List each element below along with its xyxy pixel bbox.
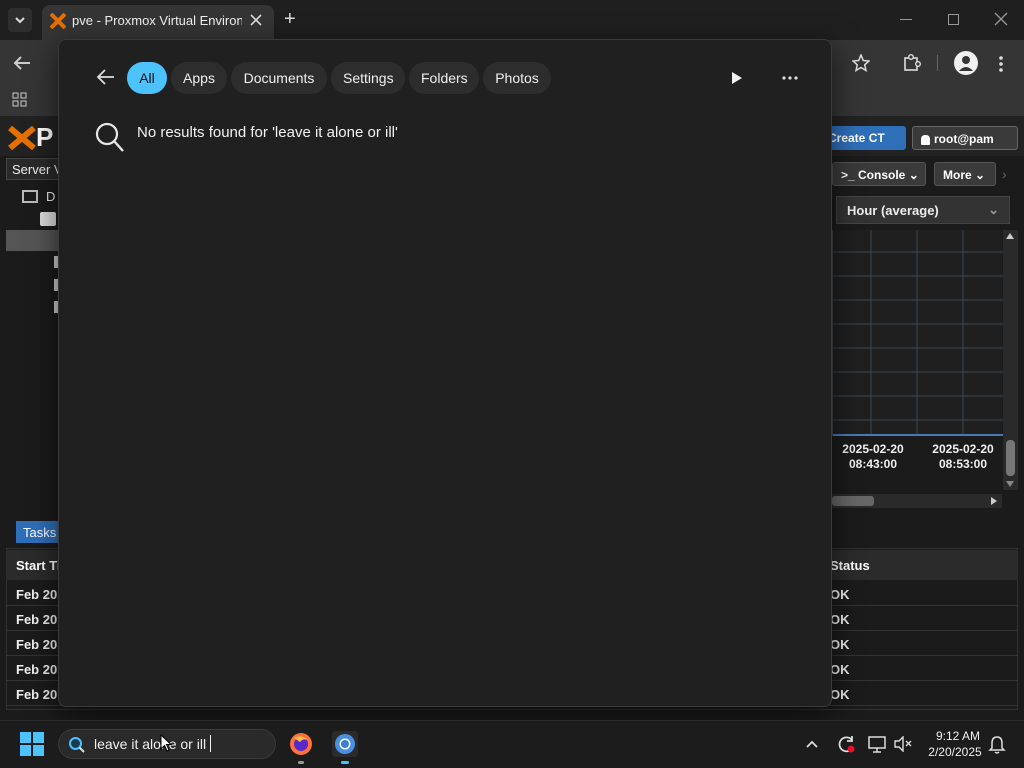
- chevron-down-icon: [15, 17, 25, 24]
- firefox-icon[interactable]: [289, 732, 313, 756]
- task-status-cell: OK: [830, 587, 850, 602]
- clock-time[interactable]: 9:12 AM: [928, 729, 988, 743]
- datacenter-icon: [22, 190, 38, 203]
- chevron-right-icon[interactable]: ›: [1002, 166, 1007, 182]
- task-status-cell: OK: [830, 662, 850, 677]
- node-online-icon: [40, 212, 56, 226]
- volume-muted-icon[interactable]: [893, 736, 913, 752]
- proxmox-logo-icon: [8, 126, 36, 150]
- task-start-cell: Feb 20: [16, 687, 58, 702]
- filter-photos[interactable]: Photos: [483, 62, 551, 94]
- filter-settings[interactable]: Settings: [331, 62, 405, 94]
- mouse-pointer-icon: [160, 734, 172, 752]
- proxmox-logo-text: P: [36, 122, 54, 152]
- server-view-select[interactable]: Server View: [6, 158, 64, 180]
- sync-icon[interactable]: [836, 734, 856, 754]
- timeframe-select[interactable]: Hour (average) ⌄: [836, 196, 1010, 224]
- bookmark-star-icon[interactable]: [852, 54, 870, 72]
- vertical-scrollbar-thumb[interactable]: [1006, 440, 1015, 476]
- task-status-cell: OK: [830, 612, 850, 627]
- toolbar-divider: [937, 55, 938, 71]
- chevron-up-icon[interactable]: [805, 739, 819, 749]
- tree-datacenter-label[interactable]: D: [46, 189, 55, 204]
- filter-apps[interactable]: Apps: [171, 62, 227, 94]
- no-results-message: No results found for 'leave it alone or …: [137, 124, 398, 141]
- close-window-button[interactable]: [994, 12, 1008, 26]
- apps-grid-icon[interactable]: [12, 92, 28, 108]
- chart-time-label: 2025-02-20 08:43:00: [842, 442, 904, 471]
- taskbar-search-text: leave it alone or ill: [94, 736, 207, 752]
- user-icon: [921, 134, 930, 145]
- column-header-start[interactable]: Start Ti: [16, 558, 61, 573]
- minimize-button[interactable]: [900, 19, 912, 20]
- task-status-cell: OK: [830, 637, 850, 652]
- console-prompt-icon: >_: [841, 168, 859, 182]
- tab-title: pve - Proxmox Virtual Environment: [72, 13, 242, 28]
- clock-date[interactable]: 2/20/2025: [922, 745, 988, 759]
- new-tab-button[interactable]: +: [284, 8, 296, 31]
- notification-bell-icon[interactable]: [988, 735, 1006, 755]
- scroll-up-arrow-icon[interactable]: [1006, 233, 1014, 239]
- restore-button[interactable]: [948, 14, 959, 25]
- search-icon: [94, 121, 126, 155]
- column-header-status[interactable]: Status: [830, 558, 870, 573]
- scroll-right-arrow-icon[interactable]: [991, 497, 997, 505]
- filter-all[interactable]: All: [127, 62, 167, 94]
- filter-documents[interactable]: Documents: [231, 62, 327, 94]
- scroll-down-arrow-icon[interactable]: [1006, 481, 1014, 487]
- task-status-cell: OK: [830, 687, 850, 702]
- chevron-down-icon: ⌄: [988, 202, 999, 217]
- more-button[interactable]: More ⌄: [934, 162, 996, 186]
- proxmox-favicon-icon: [50, 13, 66, 29]
- user-menu-button[interactable]: root@pam: [912, 126, 1018, 150]
- usage-chart: [832, 230, 1003, 436]
- tab-tasks[interactable]: Tasks: [16, 521, 60, 543]
- network-icon[interactable]: [868, 735, 888, 753]
- task-start-cell: Feb 20: [16, 662, 58, 677]
- console-button[interactable]: >_ Console ⌄: [832, 162, 926, 186]
- tab-search-button[interactable]: [8, 8, 32, 32]
- close-tab-icon[interactable]: [248, 12, 264, 28]
- taskbar-app-indicator: [341, 761, 349, 764]
- chevron-down-icon: ⌄: [905, 168, 919, 182]
- extensions-puzzle-icon[interactable]: [902, 53, 922, 73]
- task-start-cell: Feb 20: [16, 612, 58, 627]
- more-options-icon[interactable]: [781, 75, 799, 81]
- tree-item-selected[interactable]: [6, 230, 60, 251]
- back-arrow-icon[interactable]: [95, 68, 115, 86]
- create-ct-button[interactable]: Create CT: [820, 126, 906, 150]
- play-icon[interactable]: [731, 71, 743, 85]
- windows-start-icon[interactable]: [20, 732, 44, 756]
- chrome-icon[interactable]: [332, 731, 358, 757]
- taskbar-app-indicator: [298, 761, 304, 764]
- chart-time-label: 2025-02-20 08:53:00: [932, 442, 994, 471]
- filter-folders[interactable]: Folders: [409, 62, 479, 94]
- chevron-down-icon: ⌄: [971, 168, 986, 182]
- task-start-cell: Feb 20: [16, 587, 58, 602]
- horizontal-scrollbar-thumb[interactable]: [832, 496, 874, 506]
- search-icon: [68, 736, 86, 754]
- text-cursor: [210, 735, 211, 752]
- back-arrow-icon[interactable]: [12, 54, 32, 72]
- profile-avatar-icon[interactable]: [954, 51, 978, 75]
- browser-menu-icon[interactable]: [998, 55, 1004, 73]
- task-start-cell: Feb 20: [16, 637, 58, 652]
